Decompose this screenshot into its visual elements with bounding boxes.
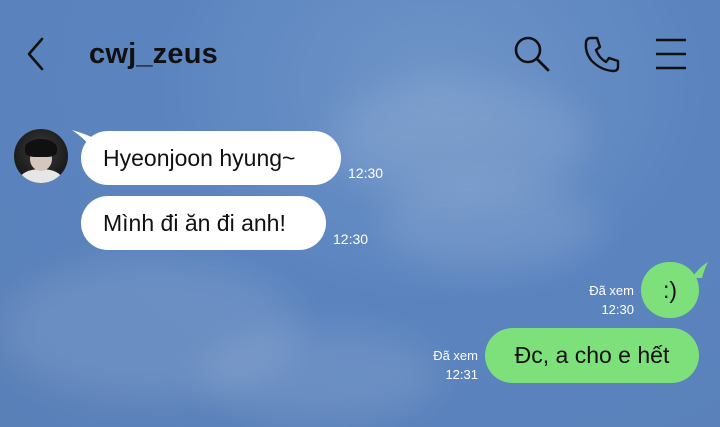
contact-name[interactable]: cwj_zeus bbox=[89, 38, 218, 71]
message-text: Hyeonjoon hyung~ bbox=[103, 144, 296, 171]
search-icon bbox=[514, 36, 550, 72]
message-read-status: Đã xem 12:30 bbox=[570, 281, 634, 319]
message-time: 12:30 bbox=[348, 165, 384, 181]
message-text: Đc, a cho e hết bbox=[514, 342, 670, 368]
read-label: Đã xem bbox=[589, 283, 634, 298]
message-bubble-outgoing[interactable]: Đc, a cho e hết :) bbox=[641, 262, 699, 318]
call-button[interactable] bbox=[582, 34, 622, 74]
avatar-shirt bbox=[20, 169, 62, 183]
avatar-hair bbox=[25, 139, 57, 157]
message-text: Mình đi ăn đi anh! bbox=[103, 209, 286, 236]
chat-header: cwj_zeus bbox=[0, 0, 720, 110]
menu-icon bbox=[656, 38, 686, 70]
background-cloud bbox=[380, 180, 600, 270]
message-time: 12:30 bbox=[333, 231, 369, 247]
message-text: :) bbox=[662, 276, 678, 303]
menu-button[interactable] bbox=[652, 34, 692, 74]
message-read-status: Đã xem 12:31 bbox=[412, 346, 478, 384]
message-bubble-incoming[interactable]: Hyeonjoon hyung~ bbox=[81, 131, 341, 185]
background-cloud bbox=[200, 330, 440, 420]
message-bubble-incoming[interactable]: Mình đi ăn đi anh! bbox=[81, 196, 326, 250]
message-time: 12:31 bbox=[445, 367, 478, 382]
back-button[interactable] bbox=[24, 36, 52, 72]
search-button[interactable] bbox=[512, 34, 552, 74]
message-time: 12:30 bbox=[601, 302, 634, 317]
chevron-left-icon bbox=[27, 37, 44, 71]
phone-icon bbox=[584, 36, 620, 73]
contact-avatar[interactable] bbox=[14, 129, 68, 183]
outgoing-bubble-tail bbox=[692, 262, 708, 278]
message-bubble-outgoing[interactable]: Đc, a cho e hết bbox=[485, 328, 699, 383]
read-label: Đã xem bbox=[433, 348, 478, 363]
